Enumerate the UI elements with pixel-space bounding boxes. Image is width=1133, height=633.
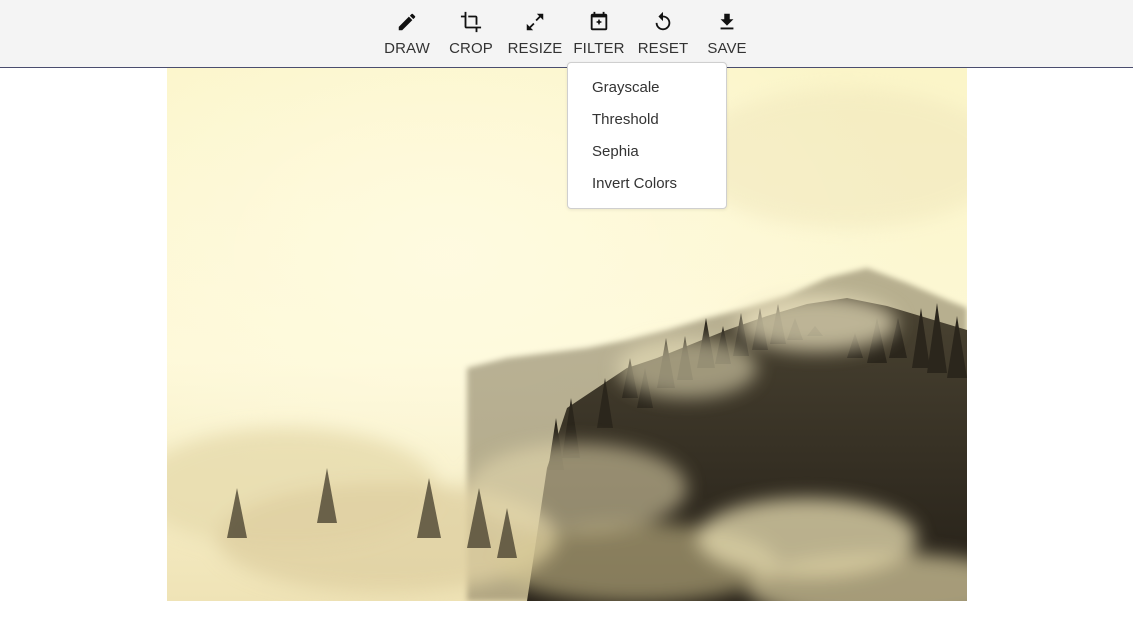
crop-label: CROP (449, 40, 493, 57)
draw-button[interactable]: DRAW (384, 0, 430, 67)
crop-icon (460, 11, 482, 33)
pencil-icon (396, 11, 418, 33)
filter-option-invert-colors[interactable]: Invert Colors (592, 175, 677, 192)
filter-button[interactable]: FILTER (573, 0, 625, 67)
resize-label: RESIZE (507, 40, 563, 57)
editor-toolbar: DRAW CROP RESIZE FILTER RESET SAVE (0, 0, 1133, 68)
download-icon (716, 11, 738, 33)
filter-dropdown-menu: Grayscale Threshold Sephia Invert Colors (567, 62, 727, 209)
save-button[interactable]: SAVE (707, 0, 747, 67)
filter-icon (588, 11, 610, 33)
filter-option-sephia[interactable]: Sephia (592, 143, 639, 160)
draw-label: DRAW (384, 40, 430, 57)
filter-option-grayscale[interactable]: Grayscale (592, 79, 660, 96)
resize-button[interactable]: RESIZE (508, 0, 562, 67)
reset-icon (652, 11, 674, 33)
filter-option-threshold[interactable]: Threshold (592, 111, 659, 128)
crop-button[interactable]: CROP (449, 0, 493, 67)
reset-label: RESET (637, 40, 689, 57)
resize-icon (524, 11, 546, 33)
reset-button[interactable]: RESET (638, 0, 688, 67)
save-label: SAVE (707, 40, 747, 57)
filter-label: FILTER (573, 40, 625, 57)
